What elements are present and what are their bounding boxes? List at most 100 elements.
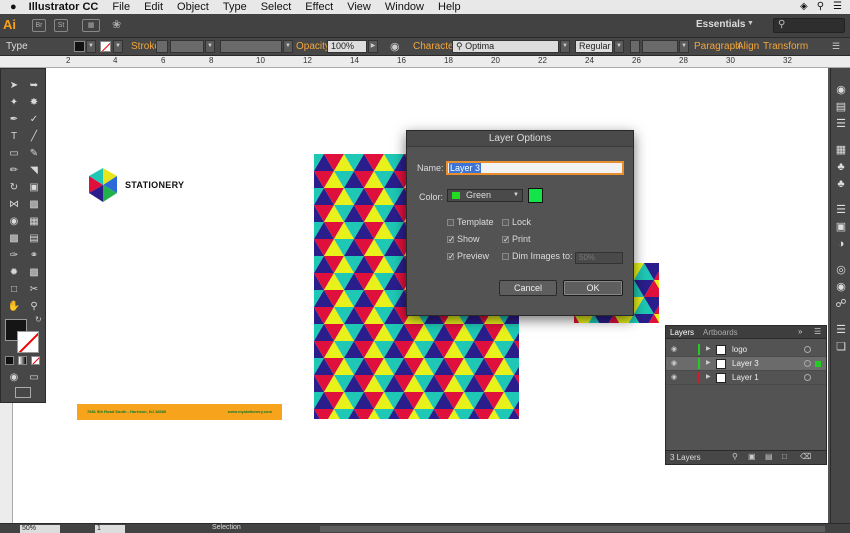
eye-icon[interactable]: ◉ xyxy=(671,373,681,381)
adobe-stock-search[interactable]: ⚲ xyxy=(773,18,845,33)
draw-mode-icon[interactable]: ◉ xyxy=(5,371,23,385)
dropbox-icon[interactable]: ◈ xyxy=(800,1,808,12)
menu-type[interactable]: Type xyxy=(223,1,247,13)
lasso-tool-icon[interactable]: ✸ xyxy=(25,96,43,110)
clipping-mask-icon[interactable]: ▣ xyxy=(748,452,756,461)
workspace-switcher[interactable]: Essentials xyxy=(696,19,745,30)
font-size-dropdown[interactable]: ▼ xyxy=(679,40,689,53)
opacity-arrow[interactable]: ▶ xyxy=(368,40,378,53)
paintbrush-tool-icon[interactable]: ✎ xyxy=(25,147,43,161)
font-family-field[interactable]: ⚲ Optima xyxy=(452,40,559,53)
menu-object[interactable]: Object xyxy=(177,1,209,13)
menu-app-name[interactable]: Illustrator CC xyxy=(29,1,99,13)
font-size-stepper[interactable] xyxy=(630,40,640,53)
shaper-tool-icon[interactable]: ✏ xyxy=(5,164,23,178)
symbol-sprayer-tool-icon[interactable]: ✹ xyxy=(5,266,23,280)
current-tool-status[interactable]: Selection xyxy=(212,524,241,531)
magic-wand-tool-icon[interactable]: ✦ xyxy=(5,96,23,110)
fill-dropdown[interactable]: ▼ xyxy=(86,40,96,53)
template-checkbox[interactable] xyxy=(447,219,454,226)
target-icon[interactable] xyxy=(804,346,811,353)
artboard-field[interactable]: 1 xyxy=(95,525,125,533)
gradient-panel-icon[interactable]: ▣ xyxy=(834,221,848,233)
menu-edit[interactable]: Edit xyxy=(144,1,163,13)
custom-color-swatch[interactable] xyxy=(528,188,543,203)
target-icon[interactable] xyxy=(804,360,811,367)
font-style-dropdown[interactable]: ▼ xyxy=(614,40,624,53)
preview-checkbox[interactable]: ✓ xyxy=(447,253,455,261)
arrange-documents-icon[interactable]: ▦ xyxy=(82,19,100,32)
letterhead-footer-strip[interactable]: 7681 5th Road South - Harrison, NJ 18689… xyxy=(77,404,282,420)
print-checkbox[interactable]: ✓ xyxy=(502,236,510,244)
brushes-panel-icon[interactable]: ♣ xyxy=(834,161,848,173)
expand-arrow-icon[interactable]: ▶ xyxy=(706,345,711,352)
blend-tool-icon[interactable]: ⚭ xyxy=(25,249,43,263)
width-tool-icon[interactable]: ⋈ xyxy=(5,198,23,212)
new-layer-icon[interactable]: □ xyxy=(782,452,787,461)
menu-select[interactable]: Select xyxy=(261,1,292,13)
show-checkbox[interactable]: ✓ xyxy=(447,236,455,244)
locate-object-icon[interactable]: ⚲ xyxy=(732,452,738,461)
workspace-chevron-icon[interactable]: ▼ xyxy=(747,20,754,27)
shape-builder-tool-icon[interactable]: ◉ xyxy=(5,215,23,229)
type-tool-icon[interactable]: T xyxy=(5,130,23,144)
curvature-tool-icon[interactable]: ✓ xyxy=(25,113,43,127)
layer-row-layer-3[interactable]: ◉ ▶ Layer 3 xyxy=(666,357,826,371)
stroke-swatch[interactable] xyxy=(100,41,111,52)
color-panel-icon[interactable]: ◉ xyxy=(834,84,848,96)
layer-name[interactable]: Layer 1 xyxy=(732,373,759,382)
transparency-panel-icon[interactable]: ◑ xyxy=(834,238,848,250)
zoom-tool-icon[interactable]: ⚲ xyxy=(25,300,43,314)
stroke-panel-icon[interactable]: ☰ xyxy=(834,118,848,130)
cancel-button[interactable]: Cancel xyxy=(499,280,557,296)
eye-icon[interactable]: ◉ xyxy=(671,359,681,367)
variable-width-field[interactable] xyxy=(220,40,282,53)
opacity-field[interactable]: 100% xyxy=(327,40,367,53)
fill-swatch[interactable] xyxy=(74,41,85,52)
artboard-tool-icon[interactable]: □ xyxy=(5,283,23,297)
menu-file[interactable]: File xyxy=(112,1,130,13)
stationery-logo-mark[interactable] xyxy=(88,168,118,202)
column-graph-tool-icon[interactable]: ▩ xyxy=(25,266,43,280)
zoom-field[interactable]: 50% xyxy=(20,525,60,533)
menu-help[interactable]: Help xyxy=(438,1,461,13)
rectangle-tool-icon[interactable]: ▭ xyxy=(5,147,23,161)
collapse-panel-icon[interactable]: » xyxy=(798,327,802,336)
line-tool-icon[interactable]: ╱ xyxy=(25,130,43,144)
panel-menu-icon[interactable]: ☰ xyxy=(814,327,821,336)
stroke-weight-field[interactable] xyxy=(170,40,204,53)
stroke-dropdown[interactable]: ▼ xyxy=(113,40,123,53)
list-icon[interactable]: ☰ xyxy=(833,1,842,12)
expand-arrow-icon[interactable]: ▶ xyxy=(706,373,711,380)
rotate-tool-icon[interactable]: ↻ xyxy=(5,181,23,195)
trash-icon[interactable]: ⌫ xyxy=(800,452,811,461)
font-style-field[interactable]: Regular xyxy=(575,40,613,53)
stroke-weight-dropdown[interactable]: ▼ xyxy=(205,40,215,53)
font-family-dropdown[interactable]: ▼ xyxy=(560,40,570,53)
menu-window[interactable]: Window xyxy=(385,1,424,13)
layer-name-input[interactable]: Layer 3 xyxy=(446,161,624,175)
logo-wordmark[interactable]: STATIONERY xyxy=(125,180,184,190)
properties-panel-icon[interactable]: ☰ xyxy=(834,204,848,216)
layer-color-select[interactable]: Green ▼ xyxy=(447,189,523,202)
swatches-panel-icon[interactable]: ▦ xyxy=(834,144,848,156)
pen-tool-icon[interactable]: ✒ xyxy=(5,113,23,127)
dim-images-field[interactable]: 50% xyxy=(575,252,623,264)
eyedropper-tool-icon[interactable]: ✑ xyxy=(5,249,23,263)
layer-name[interactable]: logo xyxy=(732,345,747,354)
change-screen-mode-icon[interactable] xyxy=(15,387,31,398)
slice-tool-icon[interactable]: ✂ xyxy=(25,283,43,297)
recolor-icon[interactable]: ◉ xyxy=(390,40,400,53)
horizontal-scrollbar[interactable] xyxy=(320,526,825,532)
color-guide-icon[interactable]: ▤ xyxy=(834,101,848,113)
selection-indicator[interactable] xyxy=(815,361,821,367)
tab-artboards[interactable]: Artboards xyxy=(703,328,738,337)
horizontal-ruler[interactable]: 2 4 6 8 10 12 14 16 18 20 22 24 26 28 30… xyxy=(0,56,850,68)
control-bar-menu-icon[interactable]: ☰ xyxy=(832,41,840,52)
apple-menu-icon[interactable]: ● xyxy=(10,1,17,13)
eraser-tool-icon[interactable]: ◥ xyxy=(25,164,43,178)
stock-icon[interactable]: St xyxy=(54,19,68,32)
links-panel-icon[interactable]: ☍ xyxy=(834,298,848,310)
swap-colors-icon[interactable]: ↻ xyxy=(35,315,42,324)
none-mode-icon[interactable] xyxy=(31,356,40,365)
